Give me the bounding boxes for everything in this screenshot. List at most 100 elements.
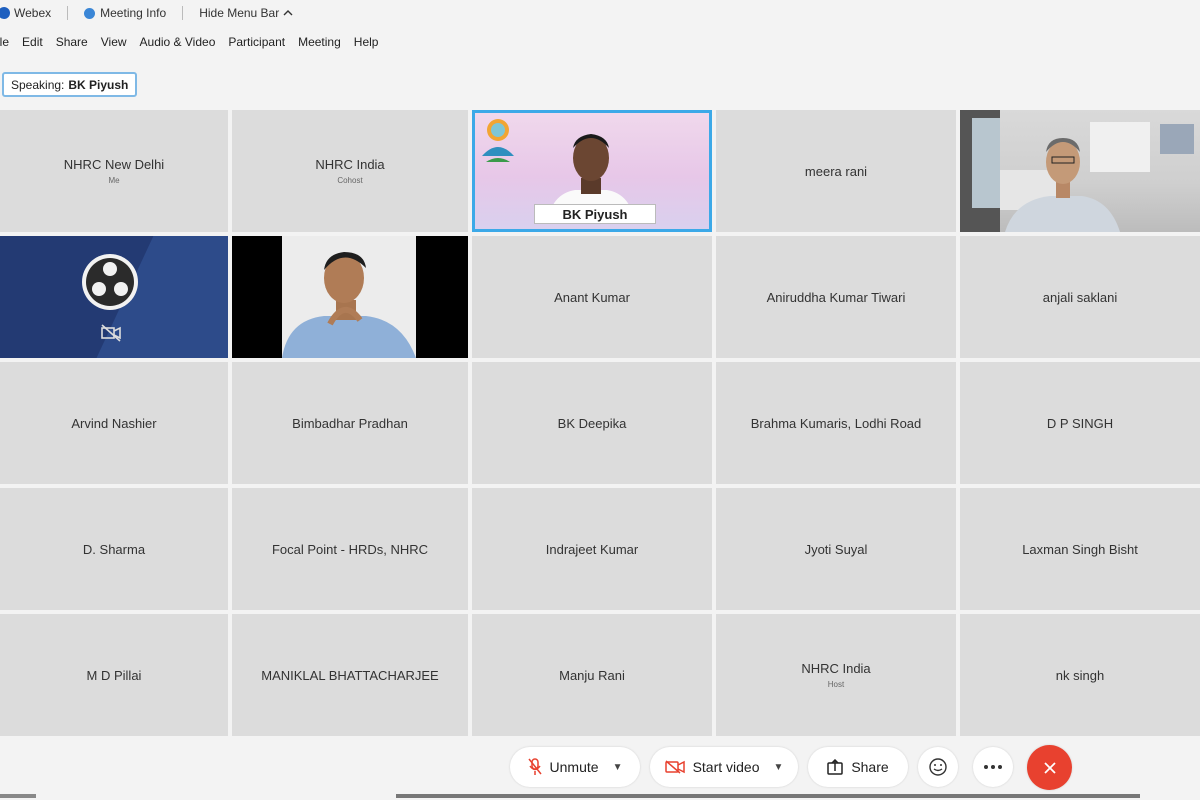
participant-tile[interactable]: meera rani bbox=[716, 110, 956, 232]
participant-name: Brahma Kumaris, Lodhi Road bbox=[750, 415, 922, 431]
participant-name: NHRC India bbox=[315, 157, 385, 172]
more-options-button[interactable] bbox=[973, 747, 1013, 787]
participant-name: BK Deepika bbox=[557, 415, 627, 431]
title-bar: Webex Meeting Info Hide Menu Bar bbox=[0, 0, 1200, 26]
participant-video-image bbox=[282, 236, 416, 358]
video-off-icon bbox=[664, 760, 685, 774]
participant-tile[interactable]: Indrajeet Kumar bbox=[472, 488, 712, 610]
title-divider bbox=[67, 6, 69, 20]
reactions-button[interactable] bbox=[918, 747, 958, 787]
participant-name: Focal Point - HRDs, NHRC bbox=[271, 541, 429, 557]
participant-tile[interactable]: D P SINGH bbox=[960, 362, 1200, 484]
speaking-name: BK Piyush bbox=[68, 77, 129, 92]
participant-name: anjali saklani bbox=[1042, 289, 1118, 305]
participant-name: Indrajeet Kumar bbox=[545, 541, 639, 557]
menu-help[interactable]: Help bbox=[354, 35, 379, 49]
menu-view[interactable]: View bbox=[101, 35, 127, 49]
participant-name: Jyoti Suyal bbox=[804, 541, 868, 557]
unmute-label: Unmute bbox=[549, 759, 599, 775]
chevron-down-icon[interactable]: ▼ bbox=[774, 762, 784, 773]
participant-tile[interactable]: Focal Point - HRDs, NHRC bbox=[232, 488, 468, 610]
menu-bar: ile Edit Share View Audio & Video Partic… bbox=[0, 32, 391, 52]
share-icon bbox=[827, 759, 844, 775]
participant-name: MANIKLAL BHATTACHARJEE bbox=[261, 667, 439, 683]
participant-video-tile[interactable] bbox=[0, 236, 228, 358]
meeting-controls: Unmute ▼ Start video ▼ Share bbox=[0, 738, 1200, 800]
participant-name: Laxman Singh Bisht bbox=[1022, 541, 1138, 557]
menu-meeting[interactable]: Meeting bbox=[298, 35, 341, 49]
hide-menu-bar-label: Hide Menu Bar bbox=[199, 6, 280, 20]
participant-name: Manju Rani bbox=[559, 667, 625, 683]
participant-tile[interactable]: Brahma Kumaris, Lodhi Road bbox=[716, 362, 956, 484]
participant-video-image bbox=[960, 110, 1194, 232]
participant-tile[interactable]: anjali saklani bbox=[960, 236, 1200, 358]
meeting-info-label: Meeting Info bbox=[100, 6, 167, 20]
participant-tile[interactable]: Jyoti Suyal bbox=[716, 488, 956, 610]
participant-tile[interactable]: Arvind Nashier bbox=[0, 362, 228, 484]
participant-tile[interactable]: NHRC New Delhi Me bbox=[0, 110, 228, 232]
participant-tile[interactable]: BK Deepika bbox=[472, 362, 712, 484]
participant-video-tile[interactable] bbox=[232, 236, 468, 358]
participant-tile[interactable]: NHRC India Host bbox=[716, 614, 956, 736]
menu-file[interactable]: ile bbox=[0, 35, 9, 49]
share-button[interactable]: Share bbox=[808, 747, 908, 787]
taskbar-edge bbox=[0, 794, 1200, 798]
participant-name: meera rani bbox=[804, 163, 868, 179]
participant-tile[interactable]: D. Sharma bbox=[0, 488, 228, 610]
participant-role: Me bbox=[108, 176, 120, 185]
speaking-indicator: Speaking: BK Piyush bbox=[2, 72, 138, 97]
participant-tile[interactable]: Bimbadhar Pradhan bbox=[232, 362, 468, 484]
menu-participant[interactable]: Participant bbox=[228, 35, 285, 49]
participant-tile[interactable]: nk singh bbox=[960, 614, 1200, 736]
participant-name: D. Sharma bbox=[82, 541, 146, 557]
active-speaker-video-tile[interactable]: BK Piyush bbox=[472, 110, 712, 232]
hide-menu-bar-button[interactable]: Hide Menu Bar bbox=[199, 6, 293, 20]
title-divider bbox=[182, 6, 184, 20]
participant-name-badge: BK Piyush bbox=[534, 204, 656, 224]
speaking-label: Speaking: bbox=[11, 77, 65, 92]
participant-tile[interactable]: Manju Rani bbox=[472, 614, 712, 736]
participant-grid: NHRC New Delhi Me NHRC India Cohost BK P… bbox=[0, 110, 1200, 738]
emoji-icon bbox=[929, 758, 947, 776]
unmute-button[interactable]: Unmute ▼ bbox=[510, 747, 640, 787]
share-label: Share bbox=[851, 759, 889, 775]
participant-tile[interactable]: MANIKLAL BHATTACHARJEE bbox=[232, 614, 468, 736]
participant-name: M D Pillai bbox=[86, 667, 142, 683]
app-title: Webex bbox=[0, 6, 51, 20]
participant-tile[interactable]: Laxman Singh Bisht bbox=[960, 488, 1200, 610]
participant-name: Anant Kumar bbox=[554, 289, 630, 305]
participant-name: nk singh bbox=[1055, 667, 1105, 683]
participant-role: Host bbox=[827, 680, 845, 689]
chevron-up-icon bbox=[283, 10, 293, 16]
participant-name: Bimbadhar Pradhan bbox=[292, 415, 408, 431]
participant-tile[interactable]: Anant Kumar bbox=[472, 236, 712, 358]
participant-name: Aniruddha Kumar Tiwari bbox=[766, 289, 906, 305]
participant-video-tile[interactable] bbox=[960, 110, 1200, 232]
menu-share[interactable]: Share bbox=[56, 35, 88, 49]
start-video-label: Start video bbox=[692, 759, 760, 775]
participant-tile[interactable]: Aniruddha Kumar Tiwari bbox=[716, 236, 956, 358]
app-name: Webex bbox=[14, 6, 52, 20]
start-video-button[interactable]: Start video ▼ bbox=[650, 747, 798, 787]
shield-icon bbox=[84, 7, 96, 19]
microphone-muted-icon bbox=[527, 758, 542, 775]
obs-logo-icon bbox=[82, 254, 138, 310]
menu-audio-video[interactable]: Audio & Video bbox=[140, 35, 216, 49]
yoga-logo-icon bbox=[482, 119, 514, 162]
leave-meeting-button[interactable] bbox=[1027, 745, 1072, 790]
more-options-icon bbox=[984, 765, 1002, 769]
participant-name: D P SINGH bbox=[1046, 415, 1114, 431]
participant-tile[interactable]: NHRC India Cohost bbox=[232, 110, 468, 232]
menu-edit[interactable]: Edit bbox=[22, 35, 43, 49]
participant-name: Arvind Nashier bbox=[71, 415, 157, 431]
video-off-icon bbox=[101, 324, 121, 342]
participant-role: Cohost bbox=[337, 176, 363, 185]
participant-name: NHRC India bbox=[801, 661, 871, 676]
participant-name: NHRC New Delhi bbox=[63, 157, 165, 172]
participant-name: BK Piyush bbox=[562, 206, 628, 222]
chevron-down-icon[interactable]: ▼ bbox=[613, 762, 623, 773]
close-icon bbox=[1043, 761, 1056, 774]
meeting-info-button[interactable]: Meeting Info bbox=[84, 6, 166, 20]
participant-tile[interactable]: M D Pillai bbox=[0, 614, 228, 736]
webex-logo-icon bbox=[0, 7, 10, 19]
